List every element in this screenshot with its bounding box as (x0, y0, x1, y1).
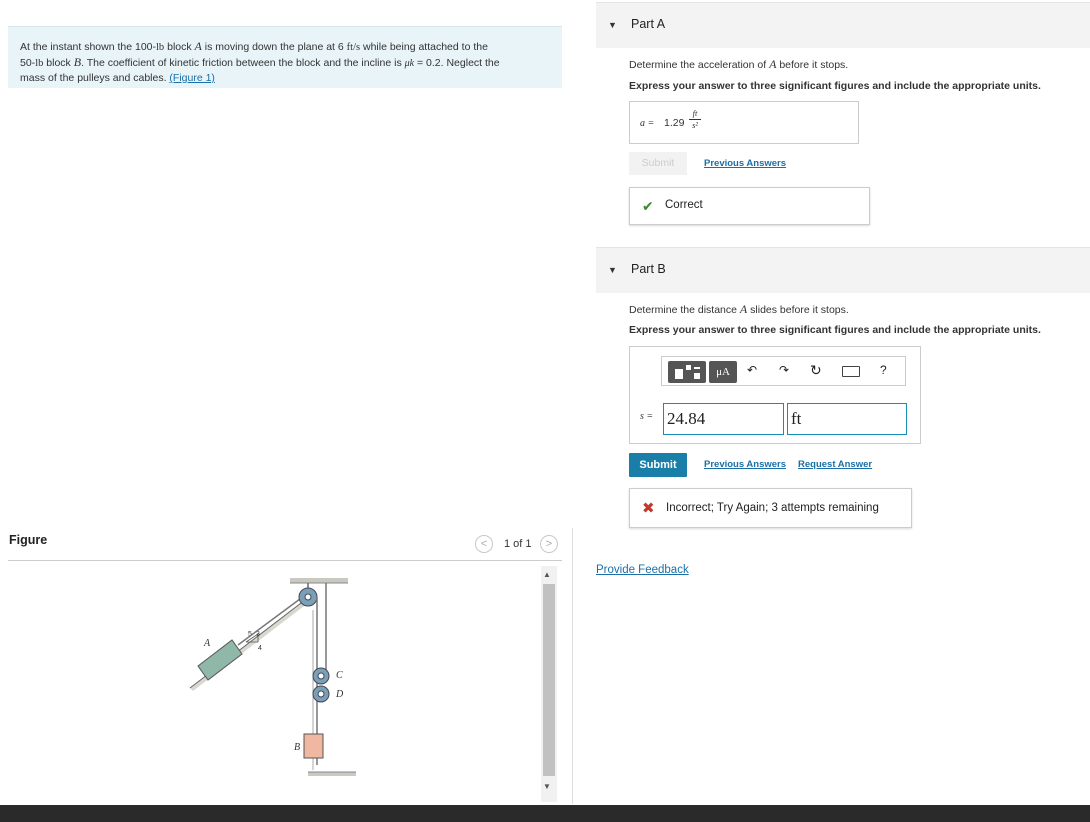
prev-figure-button[interactable]: < (475, 535, 493, 553)
units-button[interactable]: μA (709, 361, 737, 383)
problem-statement: At the instant shown the 100-lb block A … (8, 26, 562, 88)
pulley-figure: A 3 4 5 C D B (189, 578, 356, 776)
keyboard-icon[interactable] (842, 366, 860, 377)
part-a-previous-answers-link[interactable]: Previous Answers (704, 158, 786, 169)
part-a-header[interactable]: ▼ Part A (596, 2, 1090, 48)
figure-divider (8, 560, 562, 561)
part-b-instructions: Express your answer to three significant… (629, 324, 1041, 336)
templates-icon (675, 365, 700, 379)
label-a: A (203, 638, 211, 649)
scroll-down-icon[interactable]: ▼ (543, 782, 551, 791)
checkmark-icon: ✔ (642, 198, 654, 214)
part-a-answer-value: 1.29 (664, 117, 685, 129)
chevron-right-icon: > (545, 538, 553, 550)
next-figure-button[interactable]: > (540, 535, 558, 553)
part-a-answer-label: a = (640, 118, 655, 129)
scroll-up-icon[interactable]: ▲ (543, 570, 551, 579)
part-b-header[interactable]: ▼ Part B (596, 247, 1090, 293)
figure-scroll-thumb[interactable] (543, 584, 555, 776)
part-a-answer: a = 1.29 ft s² (629, 101, 859, 144)
slope-4: 4 (258, 645, 262, 652)
templates-button[interactable] (668, 361, 706, 383)
chevron-left-icon: < (480, 538, 488, 550)
help-icon[interactable]: ? (880, 363, 887, 377)
part-b-feedback: ✖ Incorrect; Try Again; 3 attempts remai… (629, 488, 912, 528)
label-c: C (336, 670, 343, 681)
distance-input[interactable]: 24.84 (663, 403, 784, 435)
figure-count: 1 of 1 (504, 538, 532, 550)
part-b-answer-label: s = (640, 411, 654, 422)
part-b-question: Determine the distance A slides before i… (629, 302, 849, 316)
x-mark-icon: ✖ (642, 500, 655, 517)
undo-icon[interactable]: ↶ (747, 363, 757, 377)
label-d: D (335, 689, 344, 700)
label-b: B (294, 742, 300, 753)
figure-link[interactable]: (Figure 1) (169, 72, 215, 84)
provide-feedback-link[interactable]: Provide Feedback (596, 564, 689, 576)
part-b-previous-answers-link[interactable]: Previous Answers (704, 459, 786, 470)
panel-divider (572, 528, 573, 804)
block-b (303, 733, 324, 759)
redo-icon[interactable]: ↷ (779, 363, 789, 377)
part-b-answer-editor: μA ↶ ↷ ↻ ? s = 24.84 ft (629, 346, 921, 444)
math-toolbar: μA ↶ ↷ ↻ ? (661, 356, 906, 386)
figure-label: Figure (9, 533, 48, 547)
pulley-c (312, 667, 330, 685)
taskbar (0, 805, 1090, 822)
part-a-question: Determine the acceleration of A before i… (629, 57, 849, 71)
part-a-feedback: ✔ Correct (629, 187, 870, 225)
pulley-d (312, 685, 330, 703)
caret-down-icon: ▼ (608, 20, 617, 30)
part-a-title: Part A (631, 17, 666, 31)
part-b-request-answer-link[interactable]: Request Answer (798, 459, 872, 470)
part-b-submit-button[interactable]: Submit (629, 453, 687, 477)
caret-down-icon: ▼ (608, 265, 617, 275)
part-a-submit-button[interactable]: Submit (629, 152, 687, 175)
part-a-instructions: Express your answer to three significant… (629, 80, 1041, 92)
part-b-title: Part B (631, 262, 666, 276)
unit-input[interactable]: ft (787, 403, 907, 435)
reset-icon[interactable]: ↻ (810, 362, 822, 379)
part-a-answer-unit: ft s² (689, 109, 701, 130)
